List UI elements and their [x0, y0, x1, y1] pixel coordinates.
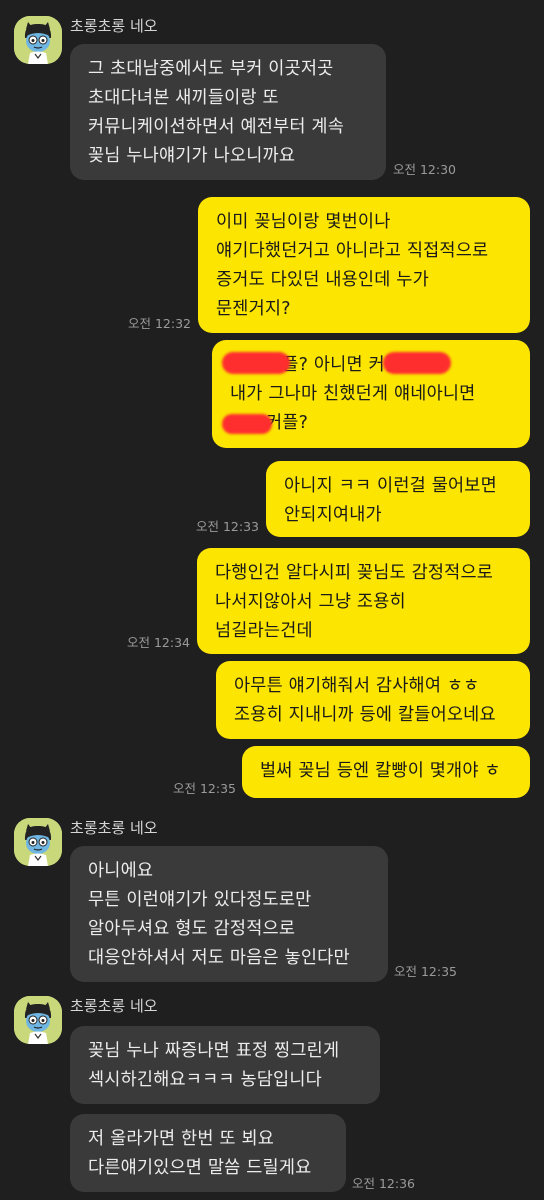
chat-screen: 초롱초롱 네오 그 초대남중에서도 부커 이곳저곳 초대다녀본 새끼들이랑 또 …	[0, 0, 544, 1200]
message-line: 아니에요	[88, 861, 154, 881]
message-line: 무튼 이런얘기가 있다정도로만	[88, 890, 312, 910]
message-line: 알아두셔요 형도 감정적으로	[88, 919, 296, 939]
message-line: 이미 꽂님이랑 몇번이나	[216, 212, 391, 232]
message-timestamp: 오전 12:36	[352, 1176, 415, 1191]
message-timestamp: 오전 12:30	[393, 162, 456, 177]
message-line: 벌써 꽂님 등엔 칼빵이 몇개야 ㅎ	[260, 761, 501, 781]
message-bubble[interactable]: 꽂님 누나 짜증나면 표정 찡그린게 섹시하긴해요ㅋㅋㅋ 농담입니다	[70, 1026, 380, 1104]
message-timestamp: 오전 12:33	[196, 519, 259, 534]
message-line: 저 올라가면 한번 또 뵈요	[88, 1129, 275, 1149]
message-timestamp: 오전 12:35	[394, 964, 457, 979]
message-line: 아니지 ㅋㅋ 이런걸 물어보면	[284, 476, 497, 496]
neo-avatar-icon[interactable]	[14, 818, 62, 866]
message-line: 커뮤니케이션하면서 예전부터 계속	[88, 117, 345, 137]
message-bubble[interactable]: 아니에요 무튼 이런얘기가 있다정도로만 알아두셔요 형도 감정적으로 대응안하…	[70, 846, 388, 982]
message-line: 다행인건 알다시피 꽂님도 감정적으로	[215, 563, 494, 583]
neo-avatar-icon[interactable]	[14, 996, 62, 1044]
message-line: 다른얘기있으면 말씀 드릴게요	[88, 1158, 312, 1178]
message-line: 넘길라는건데	[215, 621, 313, 641]
redaction-mark	[383, 352, 451, 374]
message-line: 대응안하셔서 저도 마음은 놓인다만	[88, 948, 350, 968]
message-bubble[interactable]: 저 올라가면 한번 또 뵈요 다른얘기있으면 말씀 드릴게요	[70, 1114, 346, 1192]
message-line: 섹시하긴해요ㅋㅋㅋ 농담입니다	[88, 1070, 322, 1090]
message-line: 얘기다했던거고 아니라고 직접적으로	[216, 241, 489, 261]
message-line: 커플?	[266, 413, 309, 433]
sender-name: 초롱초롱 네오	[70, 819, 158, 837]
sender-name: 초롱초롱 네오	[70, 17, 158, 35]
redaction-mark	[222, 352, 290, 374]
sender-name: 초롱초롱 네오	[70, 997, 158, 1015]
message-line: 아무튼 얘기해줘서 감사해여 ㅎㅎ	[234, 676, 480, 696]
redaction-mark	[222, 414, 272, 434]
message-bubble[interactable]: 이미 꽂님이랑 몇번이나 얘기다했던거고 아니라고 직접적으로 증거도 다있던 …	[198, 197, 530, 333]
message-bubble[interactable]: 아무튼 얘기해줘서 감사해여 ㅎㅎ 조용히 지내니까 등에 칼들어오네요	[216, 661, 530, 739]
message-timestamp: 오전 12:34	[127, 635, 190, 650]
message-bubble[interactable]: 다행인건 알다시피 꽂님도 감정적으로 나서지않아서 그냥 조용히 넘길라는건데	[197, 548, 530, 654]
message-line: 증거도 다있던 내용인데 누가	[216, 270, 429, 290]
message-line: 문젠거지?	[216, 299, 291, 319]
message-timestamp: 오전 12:35	[173, 781, 236, 796]
message-line: 안되지여내가	[284, 505, 382, 525]
message-line: 꽂님 누나얘기가 나오니까요	[88, 146, 296, 166]
message-timestamp: 오전 12:32	[128, 316, 191, 331]
message-line: 내가 그나마 친했던게 얘네아니면	[230, 384, 476, 404]
message-line: 조용히 지내니까 등에 칼들어오네요	[234, 705, 496, 725]
message-line: 꽂님 누나 짜증나면 표정 찡그린게	[88, 1041, 340, 1061]
message-line: 나서지않아서 그냥 조용히	[215, 592, 406, 612]
message-line: 그 초대남중에서도 부커 이곳저곳	[88, 59, 334, 79]
message-bubble[interactable]: 아니지 ㅋㅋ 이런걸 물어보면 안되지여내가	[266, 461, 530, 537]
message-bubble[interactable]: 벌써 꽂님 등엔 칼빵이 몇개야 ㅎ	[242, 746, 530, 798]
neo-avatar-icon[interactable]	[14, 16, 62, 64]
message-line: 초대다녀본 새끼들이랑 또	[88, 88, 279, 108]
message-bubble[interactable]: 그 초대남중에서도 부커 이곳저곳 초대다녀본 새끼들이랑 또 커뮤니케이션하면…	[70, 44, 386, 180]
